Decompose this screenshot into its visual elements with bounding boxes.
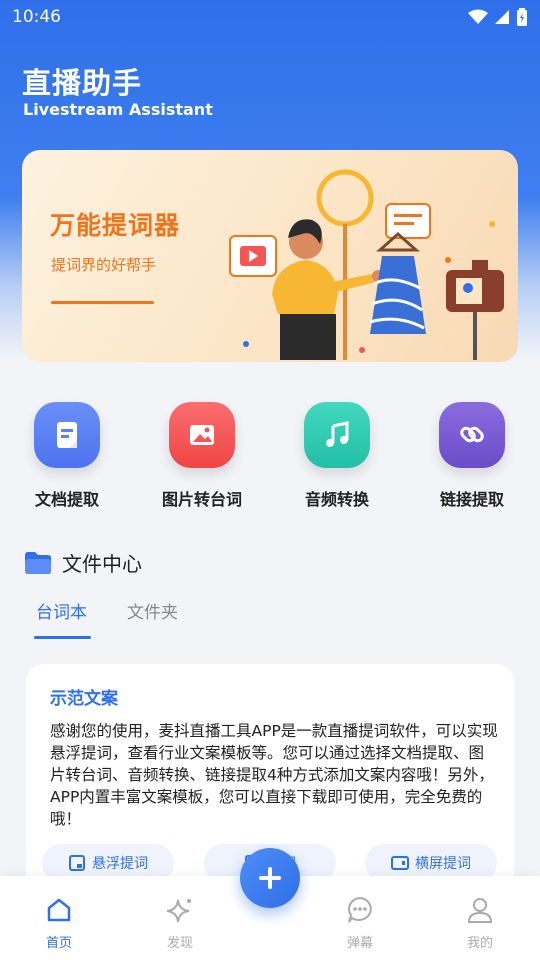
feature-label: 图片转台词 xyxy=(161,490,242,509)
document-icon xyxy=(34,402,100,468)
image-icon xyxy=(169,402,235,468)
sparkle-icon xyxy=(166,899,191,923)
chat-bubble-icon xyxy=(348,896,372,923)
card-title: 示范文案 xyxy=(50,689,118,709)
tab-folders[interactable]: 文件夹 xyxy=(127,598,178,639)
nav-discover[interactable]: 发现 xyxy=(145,894,215,951)
section-title: 文件中心 xyxy=(62,552,142,576)
chip-label: 横屏提词 xyxy=(415,856,471,872)
file-tabs: 台词本 文件夹 xyxy=(34,598,178,639)
plus-icon xyxy=(259,867,281,889)
nav-danmaku[interactable]: 弹幕 xyxy=(325,894,395,951)
banner-subtitle: 提词界的好帮手 xyxy=(51,256,157,274)
status-time: 10:46 xyxy=(12,7,61,27)
floating-window-icon xyxy=(69,855,85,871)
nav-home[interactable]: 首页 xyxy=(24,894,94,951)
home-icon xyxy=(47,898,71,922)
music-icon xyxy=(304,402,370,468)
wifi-icon xyxy=(468,9,488,24)
banner-illustration xyxy=(229,169,504,360)
tab-scripts[interactable]: 台词本 xyxy=(34,598,91,639)
feature-shortcuts: 文档提取 图片转台词 音频转换 链接提取 xyxy=(0,400,540,515)
add-button[interactable] xyxy=(240,848,300,908)
battery-icon xyxy=(517,8,527,26)
card-body: 感谢您的使用，麦抖直播工具APP是一款直播提词软件，可以实现悬浮提词，查看行业文… xyxy=(50,722,498,828)
chip-label: 悬浮提词 xyxy=(92,856,148,872)
app-title: 直播助手 xyxy=(22,66,143,100)
promo-banner[interactable]: 万能提词器 提词界的好帮手 xyxy=(22,150,518,362)
feature-document-extract[interactable]: 文档提取 xyxy=(2,400,132,510)
feature-label: 音频转换 xyxy=(304,490,369,509)
nav-label: 我的 xyxy=(466,936,493,951)
app-subtitle: Livestream Assistant xyxy=(23,100,213,119)
status-icons xyxy=(468,8,528,26)
feature-audio-convert[interactable]: 音频转换 xyxy=(272,400,402,510)
link-icon xyxy=(439,402,505,468)
banner-title: 万能提词器 xyxy=(50,211,181,240)
folder-icon xyxy=(25,551,51,574)
feature-label: 链接提取 xyxy=(439,490,504,509)
user-icon xyxy=(467,898,493,923)
landscape-icon xyxy=(391,856,409,870)
feature-image-to-script[interactable]: 图片转台词 xyxy=(137,400,267,510)
nav-label: 首页 xyxy=(45,936,72,951)
signal-icon xyxy=(495,10,509,24)
file-center-header: 文件中心 xyxy=(24,548,142,577)
feature-link-extract[interactable]: 链接提取 xyxy=(407,400,537,510)
status-bar: 10:46 xyxy=(0,0,540,34)
nav-label: 发现 xyxy=(166,936,193,951)
feature-label: 文档提取 xyxy=(34,490,99,509)
nav-mine[interactable]: 我的 xyxy=(445,894,515,951)
nav-label: 弹幕 xyxy=(346,936,373,951)
banner-underline xyxy=(51,301,154,304)
